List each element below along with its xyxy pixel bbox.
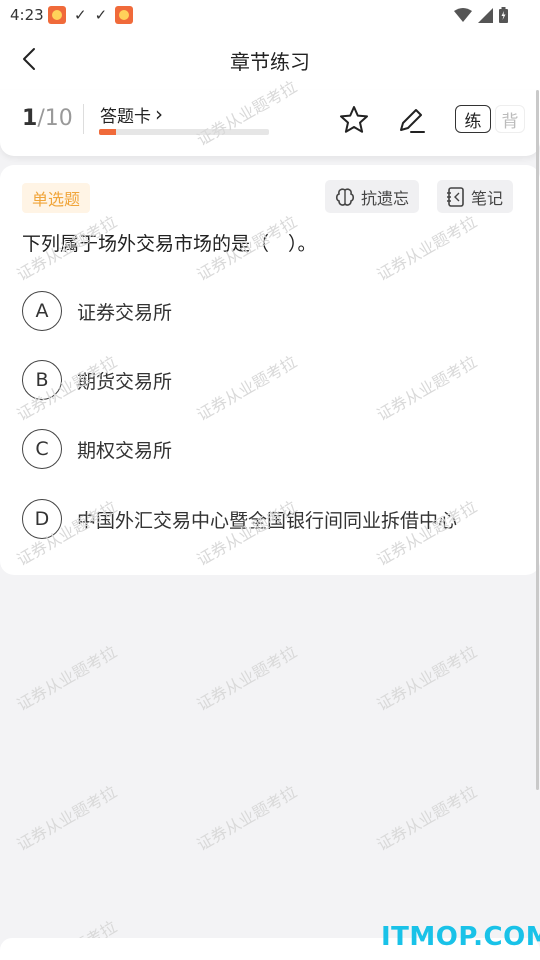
status-bar: 4:23 ✓ ✓: [0, 0, 540, 30]
progress-track: [99, 129, 269, 135]
option-letter: D: [22, 499, 62, 539]
option-text: 中国外汇交易中心暨全国银行间同业拆借中心: [77, 509, 458, 532]
divider: [83, 104, 84, 134]
notes-button[interactable]: 笔记: [437, 180, 514, 213]
question-card: 单选题 抗遗忘 笔记 下列属于场外交易市场的是（ ）。 A 证券交易所 B 期货…: [0, 165, 540, 575]
option-d[interactable]: D 中国外汇交易中心暨全国银行间同业拆借中心: [22, 499, 522, 539]
total-questions: /10: [37, 106, 73, 131]
system-icons: [454, 7, 508, 23]
watermark: 证券从业题考拉: [193, 642, 301, 715]
anti-forget-label: 抗遗忘: [361, 188, 410, 208]
watermark: 证券从业题考拉: [373, 782, 481, 855]
anti-forget-button[interactable]: 抗遗忘: [325, 180, 420, 213]
brain-icon: [335, 187, 355, 206]
status-time: 4:23: [10, 6, 44, 24]
download-done-icon: ✓: [74, 6, 87, 24]
option-letter: C: [22, 429, 62, 469]
watermark: 证券从业题考拉: [373, 642, 481, 715]
option-letter: B: [22, 360, 62, 400]
edit-button[interactable]: [393, 102, 429, 138]
recite-mode-button[interactable]: 背: [495, 105, 525, 133]
option-a[interactable]: A 证券交易所: [22, 291, 522, 331]
answer-card-label: 答题卡: [100, 107, 151, 127]
option-text: 期货交易所: [77, 370, 173, 393]
question-progress-bar: 1/10 答题卡 › 练 背: [0, 90, 540, 156]
question-text: 下列属于场外交易市场的是（ ）。: [22, 233, 317, 255]
app-icon: [115, 6, 134, 24]
option-b[interactable]: B 期货交易所: [22, 360, 522, 400]
scrollbar[interactable]: [536, 90, 539, 790]
question-type-badge: 单选题: [22, 183, 91, 213]
progress-fill: [99, 129, 116, 135]
favorite-button[interactable]: [336, 102, 372, 138]
notes-label: 笔记: [471, 188, 504, 208]
option-text: 期权交易所: [77, 439, 173, 462]
option-letter: A: [22, 291, 62, 331]
notification-icons: ✓ ✓: [48, 6, 134, 24]
watermark: 证券从业题考拉: [193, 782, 301, 855]
notebook-icon: [447, 186, 464, 207]
watermark: 证券从业题考拉: [13, 782, 121, 855]
download-done-icon: ✓: [94, 6, 108, 24]
mode-toggle: 练 背: [455, 105, 525, 133]
practice-mode-button[interactable]: 练: [455, 105, 491, 133]
app-icon: [48, 6, 66, 24]
option-c[interactable]: C 期权交易所: [22, 429, 522, 469]
star-icon: [340, 106, 368, 133]
site-logo: ITMOP.COM: [381, 922, 540, 952]
option-text: 证券交易所: [77, 301, 173, 324]
battery-icon: [499, 7, 508, 23]
watermark: 证券从业题考拉: [13, 642, 121, 715]
page-title: 章节练习: [230, 50, 310, 74]
header: 章节练习: [0, 30, 540, 90]
current-question-number: 1: [22, 106, 38, 131]
answer-card-button[interactable]: 答题卡 ›: [100, 102, 163, 127]
chevron-right-icon: ›: [155, 102, 163, 126]
pen-icon: [400, 109, 425, 133]
signal-icon: [478, 7, 493, 23]
question-counter: 1/10: [22, 106, 73, 131]
wifi-icon: [454, 7, 472, 22]
